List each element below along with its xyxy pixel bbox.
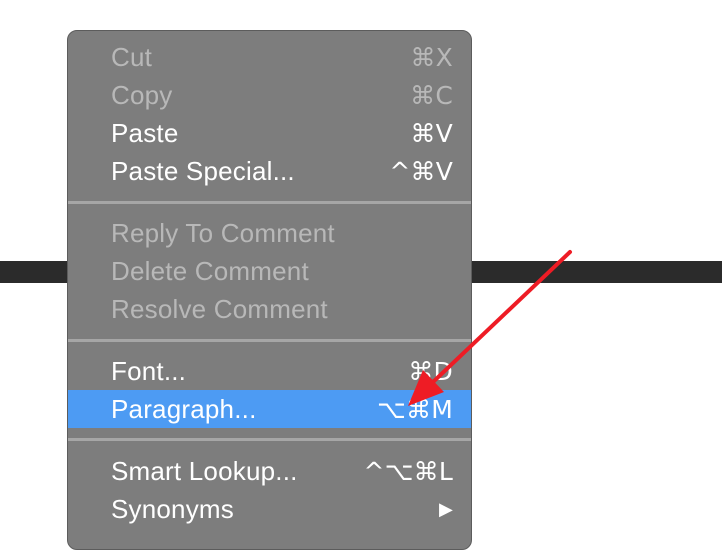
menu-item-shortcut: ⌘D [408, 356, 453, 386]
menu-item-label: Delete Comment [111, 255, 309, 286]
menu-separator [68, 201, 471, 204]
menu-item-shortcut: ⌘C [410, 80, 453, 110]
menu-item-label: Paste Special... [111, 155, 295, 186]
menu-separator [68, 339, 471, 342]
menu-item-paragraph[interactable]: Paragraph... ⌥⌘M [68, 390, 471, 428]
menu-item-delete-comment: Delete Comment [68, 252, 471, 290]
menu-item-paste[interactable]: Paste ⌘V [68, 114, 471, 152]
menu-item-label: Copy [111, 79, 173, 110]
menu-item-paste-special[interactable]: Paste Special... ^⌘V [68, 152, 471, 190]
menu-item-font[interactable]: Font... ⌘D [68, 352, 471, 390]
menu-item-shortcut: ^⌘V [389, 156, 453, 186]
menu-item-label: Synonyms [111, 493, 234, 524]
menu-item-label: Cut [111, 41, 153, 72]
menu-item-cut: Cut ⌘X [68, 38, 471, 76]
menu-item-shortcut: ^⌥⌘L [363, 456, 453, 486]
menu-item-label: Paste [111, 117, 179, 148]
menu-item-label: Font... [111, 355, 187, 386]
menu-item-resolve-comment: Resolve Comment [68, 290, 471, 328]
menu-item-label: Paragraph... [111, 393, 257, 424]
menu-item-shortcut: ⌘X [410, 42, 453, 72]
menu-item-copy: Copy ⌘C [68, 76, 471, 114]
context-menu: Cut ⌘X Copy ⌘C Paste ⌘V Paste Special...… [67, 30, 472, 550]
menu-item-reply-to-comment: Reply To Comment [68, 214, 471, 252]
menu-item-shortcut: ⌘V [410, 118, 453, 148]
menu-item-label: Resolve Comment [111, 293, 328, 324]
menu-separator [68, 438, 471, 441]
submenu-arrow-icon: ▶ [438, 498, 453, 520]
menu-item-synonyms[interactable]: Synonyms ▶ [68, 490, 471, 528]
menu-item-shortcut: ⌥⌘M [377, 394, 453, 424]
menu-item-label: Reply To Comment [111, 217, 335, 248]
menu-item-label: Smart Lookup... [111, 455, 298, 486]
menu-item-smart-lookup[interactable]: Smart Lookup... ^⌥⌘L [68, 452, 471, 490]
